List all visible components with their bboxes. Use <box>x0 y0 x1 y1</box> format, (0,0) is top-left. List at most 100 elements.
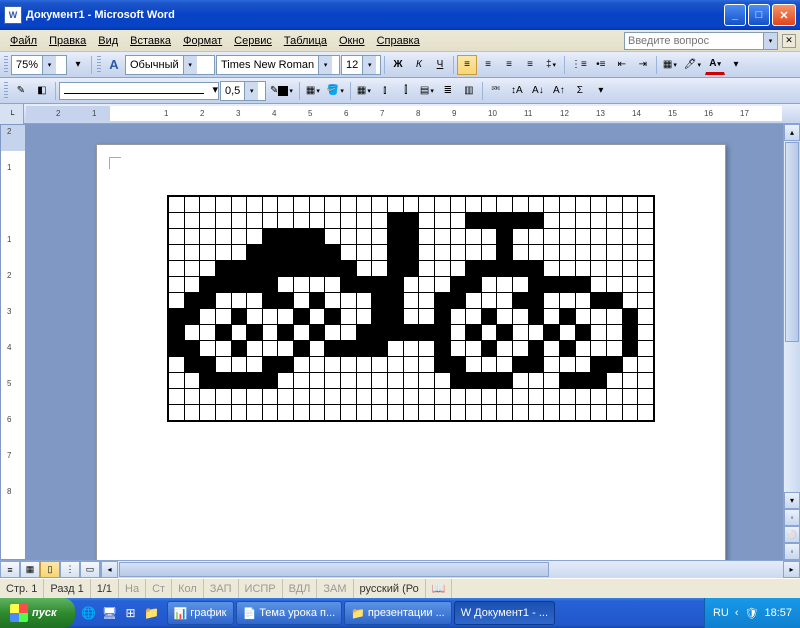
menu-format[interactable]: Формат <box>177 33 228 49</box>
tray-icon[interactable]: ‹ <box>735 607 739 619</box>
menu-view[interactable]: Вид <box>92 33 124 49</box>
vertical-ruler[interactable]: 2112345678 <box>1 125 25 559</box>
font-color-button[interactable]: A▾ <box>705 55 725 75</box>
bulleted-list-button[interactable]: •≡ <box>591 55 611 75</box>
line-style-combo[interactable]: ▾ <box>59 82 219 100</box>
taskbar-task[interactable]: WДокумент1 - ... <box>454 601 555 625</box>
font-size-combo[interactable]: 12▾ <box>341 55 381 75</box>
highlight-button[interactable]: 🖊▾ <box>681 55 704 75</box>
draw-table-button[interactable]: ✎ <box>11 81 31 101</box>
decrease-indent-button[interactable]: ⇤ <box>612 55 632 75</box>
change-text-direction-button[interactable]: ↕A <box>507 81 527 101</box>
status-ovr[interactable]: ЗАМ <box>317 579 353 598</box>
style-combo[interactable]: Обычный▾ <box>125 55 215 75</box>
sort-descending-button[interactable]: A↑ <box>549 81 569 101</box>
status-ext[interactable]: ВДЛ <box>283 579 318 598</box>
status-spellcheck-icon[interactable]: 📖 <box>426 579 453 598</box>
underline-button[interactable]: Ч <box>430 55 450 75</box>
maximize-button[interactable]: □ <box>748 4 770 26</box>
browse-object-button[interactable]: ⚪ <box>784 526 800 543</box>
toolbar-grip[interactable] <box>4 82 8 100</box>
taskbar-task[interactable]: 📊график <box>167 601 234 625</box>
horizontal-scrollbar[interactable]: ◂ ▸ <box>101 561 800 578</box>
taskbar-task[interactable]: 📄Тема урока п... <box>236 601 343 625</box>
toolbar-overflow[interactable]: ▾ <box>726 55 746 75</box>
border-color-button[interactable]: ✎▾ <box>267 81 296 101</box>
system-tray[interactable]: RU ‹ 🛡 18:57 <box>704 598 800 628</box>
tab-selector[interactable]: └ <box>0 104 24 124</box>
numbered-list-button[interactable]: ⋮≡ <box>568 55 590 75</box>
distribute-rows-button[interactable]: ≣ <box>438 81 458 101</box>
previous-page-button[interactable]: ◦ <box>784 509 800 526</box>
tray-clock[interactable]: 18:57 <box>764 607 792 619</box>
document-area[interactable] <box>26 124 783 560</box>
toolbar-grip[interactable] <box>97 56 101 74</box>
scroll-thumb[interactable] <box>785 142 799 342</box>
next-page-button[interactable]: ◦ <box>784 543 800 560</box>
scroll-up-button[interactable]: ▴ <box>784 124 800 141</box>
menu-help[interactable]: Справка <box>371 33 426 49</box>
split-cells-button[interactable]: ⫿ <box>396 81 416 101</box>
close-button[interactable]: ✕ <box>772 4 796 26</box>
ask-question-input[interactable] <box>624 32 764 50</box>
taskbar-task[interactable]: 📁презентации ... <box>344 601 452 625</box>
ask-question-dropdown[interactable]: ▾ <box>764 32 778 50</box>
outside-border-button[interactable]: ▦▾ <box>303 81 323 101</box>
menu-insert[interactable]: Вставка <box>124 33 177 49</box>
menu-file[interactable]: Файл <box>4 33 43 49</box>
bold-button[interactable]: Ж <box>388 55 408 75</box>
scroll-right-button[interactable]: ▸ <box>783 561 800 578</box>
cell-alignment-button[interactable]: ▤▾ <box>417 81 437 101</box>
web-view-button[interactable]: ▦ <box>20 561 40 578</box>
align-right-button[interactable]: ≡ <box>499 55 519 75</box>
font-combo[interactable]: Times New Roman▾ <box>216 55 340 75</box>
style-icon[interactable]: A <box>104 55 124 75</box>
status-language[interactable]: русский (Ро <box>354 579 426 598</box>
menu-window[interactable]: Окно <box>333 33 371 49</box>
ask-question-box[interactable]: ▾ <box>624 32 778 50</box>
autosum-button[interactable]: Σ <box>570 81 590 101</box>
shading-color-button[interactable]: 🪣▾ <box>324 81 347 101</box>
table-autoformat-button[interactable]: ⎃ <box>486 81 506 101</box>
quick-launch-item[interactable]: ⊞ <box>121 602 141 624</box>
print-layout-view-button[interactable]: ▯ <box>40 561 60 578</box>
status-rec[interactable]: ЗАП <box>204 579 239 598</box>
minimize-button[interactable]: _ <box>724 4 746 26</box>
quick-launch-item[interactable]: 🖥 <box>100 602 120 624</box>
line-weight-combo[interactable]: 0,5▾ <box>220 81 266 101</box>
align-left-button[interactable]: ≡ <box>457 55 477 75</box>
quick-launch-item[interactable]: 🌐 <box>79 602 99 624</box>
tray-icon[interactable]: 🛡 <box>745 607 759 620</box>
quick-launch-item[interactable]: 📁 <box>142 602 162 624</box>
reading-view-button[interactable]: ▭ <box>80 561 100 578</box>
italic-button[interactable]: К <box>409 55 429 75</box>
distribute-cols-button[interactable]: ▥ <box>459 81 479 101</box>
horizontal-ruler[interactable]: 3211234567891011121314151617 <box>26 106 782 121</box>
scroll-down-button[interactable]: ▾ <box>784 492 800 509</box>
merge-cells-button[interactable]: ⫾ <box>375 81 395 101</box>
scroll-left-button[interactable]: ◂ <box>101 561 118 578</box>
toolbar-grip[interactable] <box>4 56 8 74</box>
insert-table-button[interactable]: ▦▾ <box>354 81 374 101</box>
status-track[interactable]: ИСПР <box>239 579 283 598</box>
eraser-button[interactable]: ◧ <box>32 81 52 101</box>
line-spacing-button[interactable]: ‡▾ <box>541 55 561 75</box>
normal-view-button[interactable]: ≡ <box>0 561 20 578</box>
vertical-scrollbar[interactable]: ▴ ▾ ◦ ⚪ ◦ <box>783 124 800 560</box>
hscroll-thumb[interactable] <box>119 562 549 577</box>
document-close-button[interactable]: ✕ <box>782 34 796 48</box>
menu-tools[interactable]: Сервис <box>228 33 278 49</box>
toolbar-overflow[interactable]: ▾ <box>591 81 611 101</box>
pixel-art-table[interactable] <box>167 195 655 422</box>
align-justify-button[interactable]: ≡ <box>520 55 540 75</box>
menu-table[interactable]: Таблица <box>278 33 333 49</box>
start-button[interactable]: пуск <box>0 598 75 628</box>
tray-language[interactable]: RU <box>713 607 729 619</box>
sort-ascending-button[interactable]: A↓ <box>528 81 548 101</box>
increase-indent-button[interactable]: ⇥ <box>633 55 653 75</box>
menu-edit[interactable]: Правка <box>43 33 92 49</box>
outline-view-button[interactable]: ⋮ <box>60 561 80 578</box>
zoom-combo[interactable]: 75%▾ <box>11 55 67 75</box>
toolbar-overflow[interactable]: ▾ <box>68 55 88 75</box>
borders-button[interactable]: ▦▾ <box>660 55 680 75</box>
